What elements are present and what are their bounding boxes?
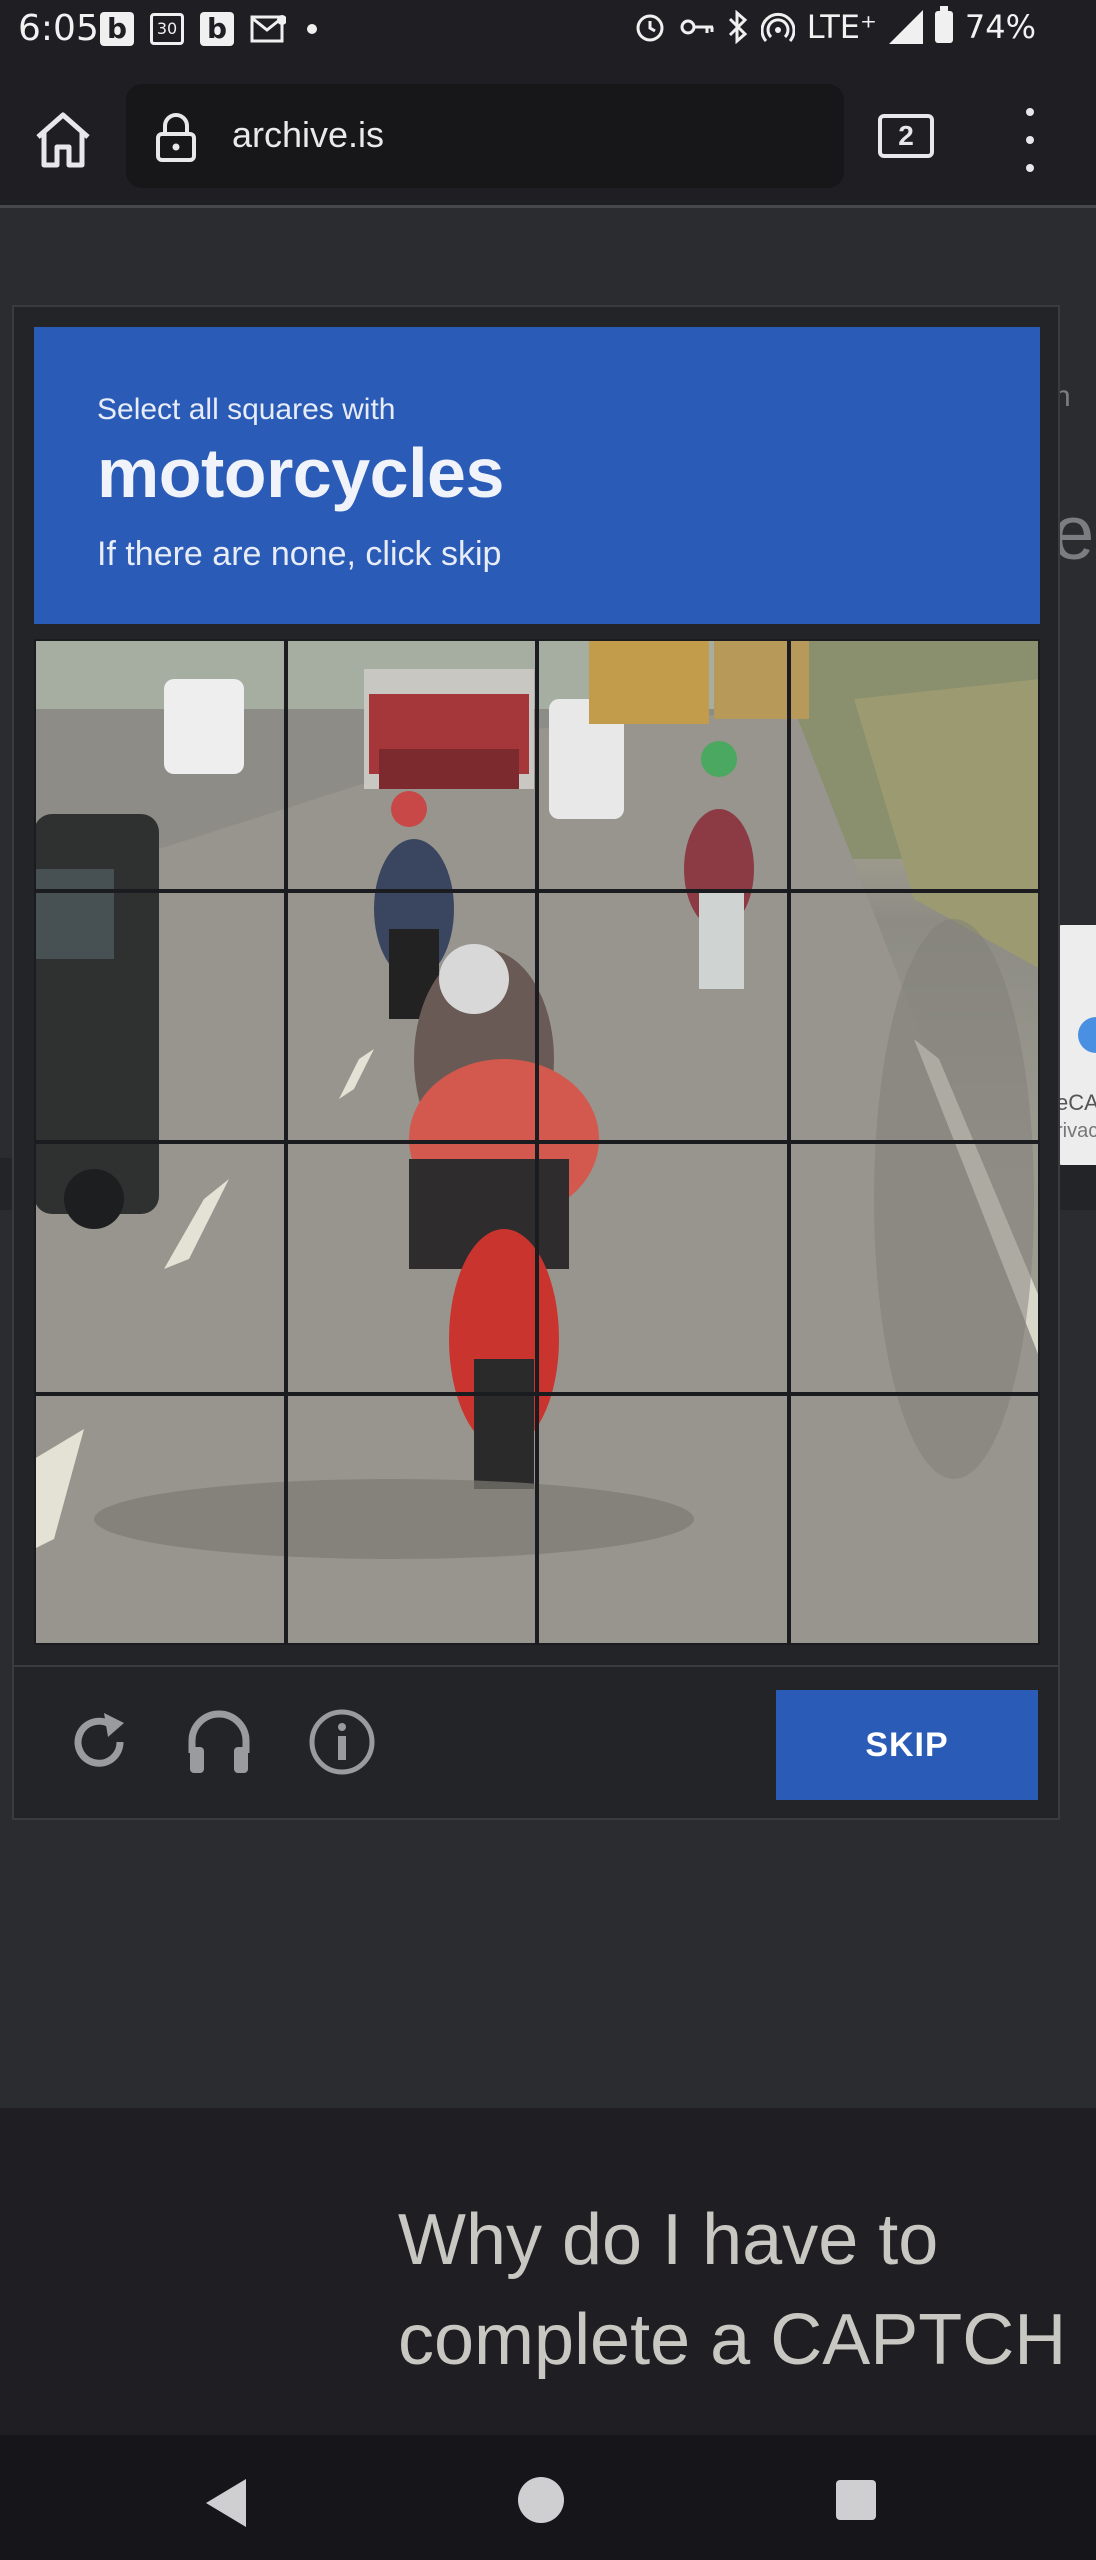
- captcha-tile[interactable]: [788, 1142, 1040, 1394]
- network-type: LTE⁺: [806, 8, 877, 46]
- captcha-instruction: Select all squares with: [97, 393, 396, 426]
- back-icon[interactable]: [206, 2479, 246, 2527]
- status-right: LTE⁺ 74%: [633, 6, 1036, 46]
- captcha-tile[interactable]: [285, 1142, 537, 1394]
- captcha-tile[interactable]: [285, 639, 537, 891]
- menu-dot: [1026, 108, 1034, 116]
- captcha-image-grid: [34, 639, 1040, 1645]
- help-title-line: Why do I have to: [398, 2200, 939, 2280]
- captcha-tile[interactable]: [537, 890, 789, 1142]
- captcha-hint: If there are none, click skip: [97, 535, 502, 573]
- bluetooth-icon: [728, 10, 747, 44]
- url-text: archive.is: [232, 114, 385, 155]
- dot-icon: [307, 24, 317, 34]
- signal-icon: [888, 10, 923, 44]
- recaptcha-logo-icon: [1078, 1017, 1096, 1053]
- captcha-tile[interactable]: [537, 1142, 789, 1394]
- captcha-tile[interactable]: [285, 890, 537, 1142]
- recents-icon[interactable]: [836, 2480, 876, 2520]
- captcha-header: Select all squares with motorcycles If t…: [34, 327, 1040, 624]
- mail-icon: [250, 15, 286, 43]
- captcha-tile[interactable]: [788, 1393, 1040, 1645]
- captcha-divider: [14, 1665, 1058, 1667]
- hotspot-icon: [760, 12, 795, 42]
- captcha-tile[interactable]: [285, 1393, 537, 1645]
- skip-button[interactable]: SKIP: [776, 1690, 1038, 1800]
- tab-switcher-button[interactable]: 2: [878, 114, 934, 158]
- url-bar[interactable]: archive.is: [126, 84, 844, 188]
- captcha-tile[interactable]: [788, 639, 1040, 891]
- captcha-keyword: motorcycles: [97, 434, 504, 512]
- captcha-tile[interactable]: [788, 890, 1040, 1142]
- captcha-tile[interactable]: [34, 639, 286, 891]
- notification-icons: b 30 b: [100, 12, 322, 46]
- browser-toolbar: archive.is 2: [0, 62, 1096, 208]
- status-bar: 6:05 b 30 b LTE⁺ 74%: [0, 0, 1096, 62]
- system-navigation-bar: [0, 2435, 1096, 2560]
- battery-icon: [934, 6, 953, 43]
- headphones-audio-icon[interactable]: [184, 1707, 254, 1777]
- captcha-tiles: [34, 639, 1040, 1645]
- app-b-icon-2: b: [200, 12, 234, 46]
- overflow-menu-button[interactable]: [1020, 108, 1040, 172]
- help-section: Why do I have to complete a CAPTCH: [0, 2108, 1096, 2435]
- captcha-tile[interactable]: [34, 890, 286, 1142]
- home-icon[interactable]: [30, 107, 96, 173]
- badge-text: eCA: [1056, 1090, 1096, 1115]
- home-circle-icon[interactable]: [518, 2477, 564, 2523]
- captcha-tile[interactable]: [34, 1142, 286, 1394]
- calendar-icon: 30: [150, 13, 184, 45]
- battery-level: 74%: [964, 8, 1036, 46]
- captcha-dialog: Select all squares with motorcycles If t…: [12, 305, 1060, 1820]
- reload-icon[interactable]: [64, 1707, 134, 1777]
- badge-text: rivac: [1056, 1120, 1096, 1142]
- help-title-line: complete a CAPTCH: [398, 2300, 1067, 2380]
- alarm-icon: [636, 14, 664, 42]
- menu-dot: [1026, 136, 1034, 144]
- lock-icon[interactable]: [154, 112, 198, 162]
- recaptcha-badge-behind: eCA rivac: [1056, 925, 1096, 1165]
- menu-dot: [1026, 164, 1034, 172]
- captcha-tile[interactable]: [537, 1393, 789, 1645]
- info-icon[interactable]: [307, 1707, 377, 1777]
- captcha-tile[interactable]: [537, 639, 789, 891]
- vpn-key-icon: [680, 19, 714, 35]
- status-time: 6:05: [18, 8, 99, 49]
- app-b-icon: b: [100, 12, 134, 46]
- captcha-tile[interactable]: [34, 1393, 286, 1645]
- help-title: Why do I have to complete a CAPTCH: [398, 2190, 1066, 2390]
